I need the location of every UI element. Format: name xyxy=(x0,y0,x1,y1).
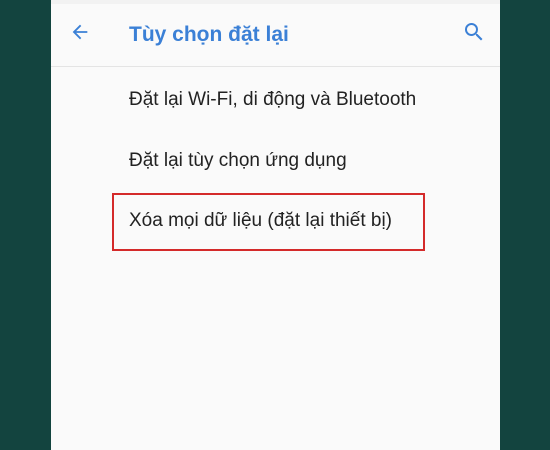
app-bar: Tùy chọn đặt lại xyxy=(51,4,500,67)
option-factory-reset[interactable]: Xóa mọi dữ liệu (đặt lại thiết bị) xyxy=(129,210,392,232)
option-reset-network[interactable]: Đặt lại Wi-Fi, di động và Bluetooth xyxy=(129,89,416,111)
search-button[interactable] xyxy=(459,17,489,47)
page-title: Tùy chọn đặt lại xyxy=(129,23,289,46)
back-button[interactable] xyxy=(65,17,95,47)
option-reset-app-preferences[interactable]: Đặt lại tùy chọn ứng dụng xyxy=(129,150,347,172)
search-icon xyxy=(465,23,483,41)
settings-screen: Tùy chọn đặt lại Đặt lại Wi-Fi, di động … xyxy=(51,0,500,450)
arrow-left-icon xyxy=(72,24,88,40)
